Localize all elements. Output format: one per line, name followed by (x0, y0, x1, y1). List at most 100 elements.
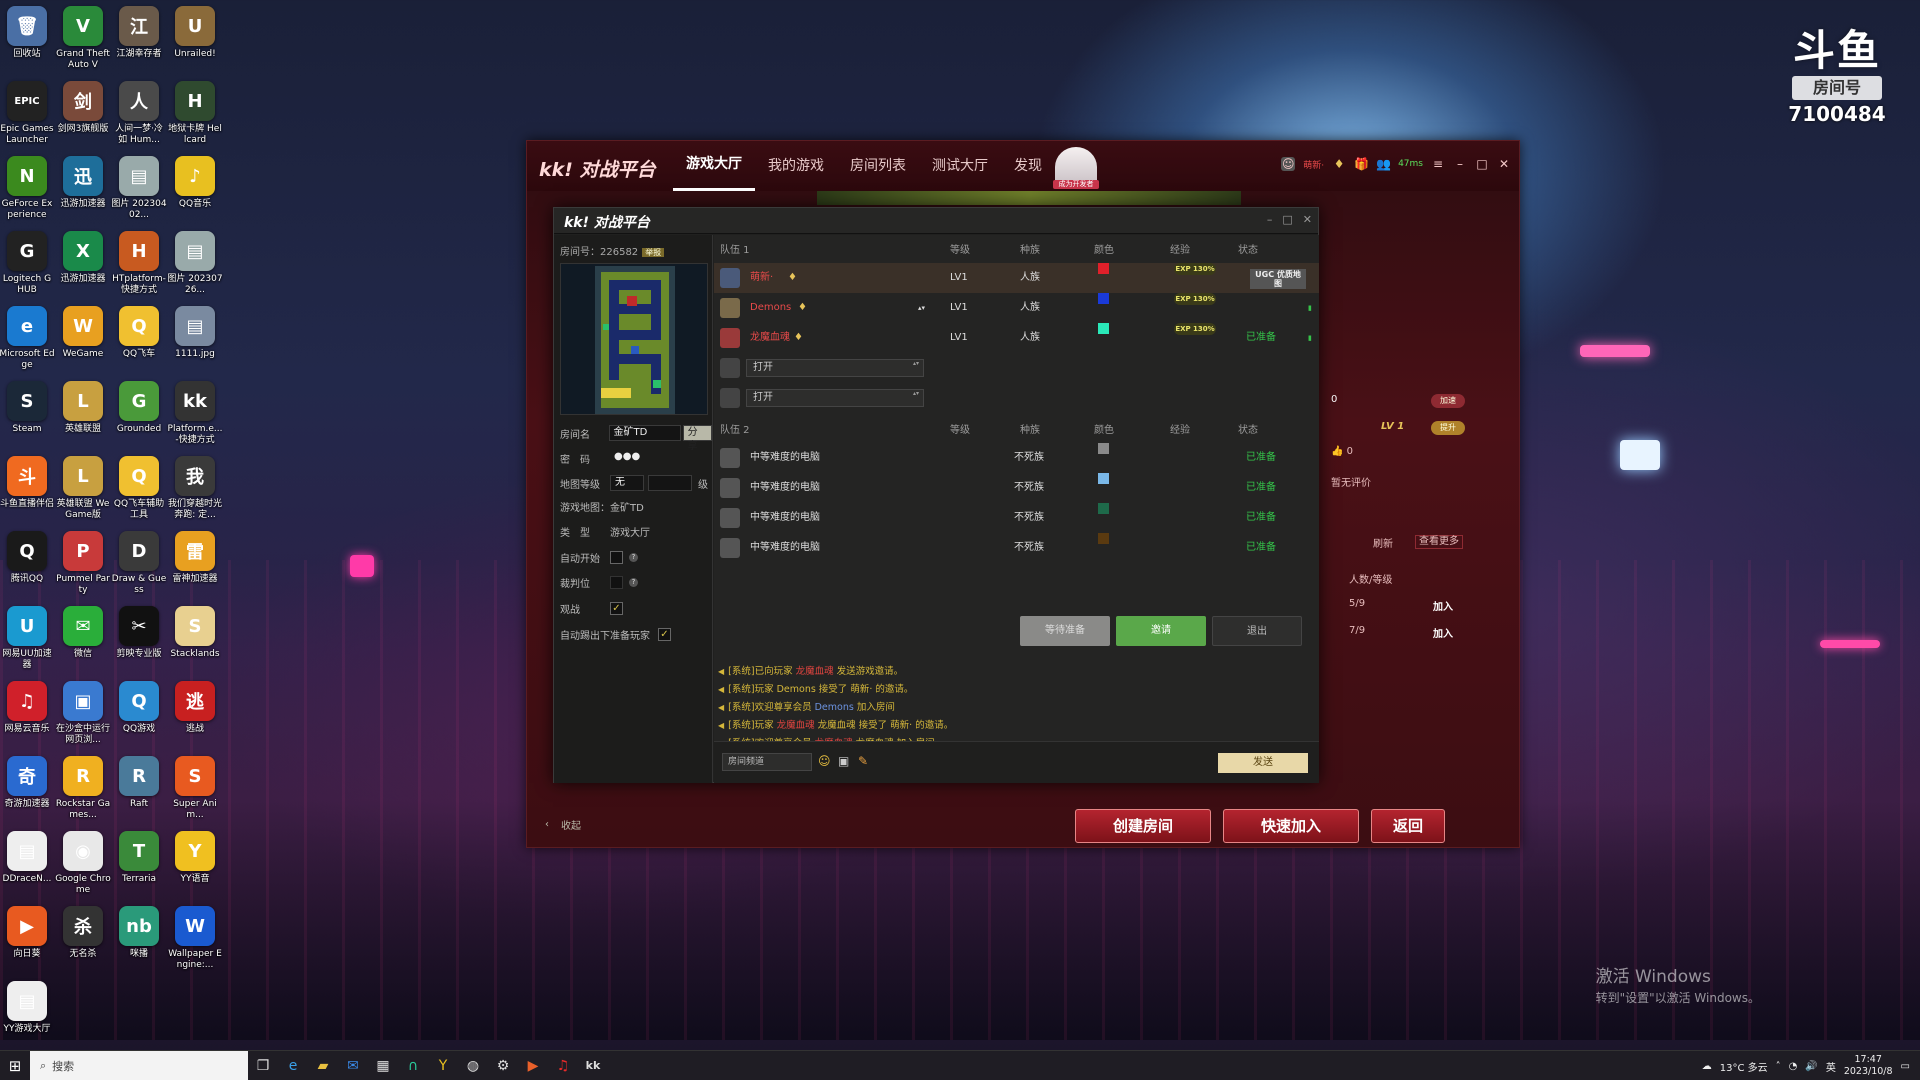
desktop-icon[interactable]: kk Platform.e...-快捷方式 (167, 381, 223, 446)
share-button[interactable]: 分享 (682, 425, 712, 452)
taskbar-search[interactable]: ⌕ 搜索 (30, 1050, 248, 1080)
spectate-checkbox[interactable]: ✓ (610, 602, 623, 615)
desktop-icon[interactable]: Q QQ飞车辅助工具 (111, 456, 167, 521)
report-button[interactable]: 举报 (642, 248, 665, 257)
mibo-icon[interactable]: ∩ (398, 1051, 428, 1080)
desktop-icon[interactable]: 江江湖幸存者 (111, 6, 167, 60)
desktop-icon[interactable]: W Wallpaper Engine:... (167, 906, 223, 971)
desktop-icon[interactable]: ♪ QQ音乐 (167, 156, 223, 210)
user-name[interactable]: 萌新· (1303, 158, 1324, 171)
desktop-icon[interactable]: D Draw & Guess (111, 531, 167, 596)
slot-select[interactable]: 打开 (746, 389, 924, 407)
desktop-icon[interactable]: nb 咪播 (111, 906, 167, 960)
developer-avatar[interactable]: 成为开发者 (1053, 147, 1099, 189)
boost-button[interactable]: 加速 (1431, 394, 1465, 408)
game-icon[interactable]: ◍ (458, 1051, 488, 1080)
desktop-icon[interactable]: S Stacklands (167, 606, 223, 660)
desktop-icon[interactable]: Q QQ飞车 (111, 306, 167, 360)
tab-my-games[interactable]: 我的游戏 (755, 141, 837, 191)
desktop-icon[interactable]: L 英雄联盟 WeGame版 (55, 456, 111, 521)
desktop-icon[interactable]: X 迅游加速器 (55, 231, 111, 285)
menu-icon[interactable]: ≡ (1431, 157, 1445, 171)
map-level-select[interactable]: 无 (610, 475, 644, 491)
edge-icon[interactable]: e (278, 1051, 308, 1080)
close-icon[interactable]: ✕ (1497, 157, 1511, 171)
referee-checkbox[interactable] (610, 576, 623, 589)
image-icon[interactable]: ▣ (838, 754, 849, 768)
desktop-icon[interactable]: ▤ YY游戏大厅 (0, 981, 55, 1035)
room-maximize-icon[interactable]: □ (1282, 213, 1292, 226)
view-more-link[interactable]: 查看更多 (1415, 535, 1463, 549)
desktop-icon[interactable]: W WeGame (55, 306, 111, 360)
desktop-icon[interactable]: Y YY语音 (167, 831, 223, 885)
desktop-icon[interactable]: 迅迅游加速器 (55, 156, 111, 210)
quick-join-button[interactable]: 快速加入 (1223, 809, 1359, 843)
send-button[interactable]: 发送 (1218, 753, 1308, 773)
tray-chevron-icon[interactable]: ˄ (1776, 1061, 1781, 1072)
computer-slot[interactable]: 中等难度的电脑 不死族 已准备 (714, 473, 1319, 503)
sunflower-icon[interactable]: ▶ (518, 1051, 548, 1080)
user-avatar-icon[interactable]: ☺ (1281, 157, 1296, 171)
room-close-icon[interactable]: ✕ (1303, 213, 1312, 226)
computer-slot[interactable]: 中等难度的电脑 不死族 已准备 (714, 533, 1319, 563)
clock[interactable]: 17:47 2023/10/8 (1844, 1054, 1893, 1078)
desktop-icon[interactable]: U Unrailed! (167, 6, 223, 60)
auto-kick-checkbox[interactable]: ✓ (658, 628, 671, 641)
desktop-icon[interactable]: 杀无名杀 (55, 906, 111, 960)
desktop-icon[interactable]: 🗑 回收站 (0, 6, 55, 60)
room-minimize-icon[interactable]: – (1267, 213, 1273, 226)
tab-game-lobby[interactable]: 游戏大厅 (673, 141, 755, 191)
steam-icon[interactable]: ⚙ (488, 1051, 518, 1080)
desktop-icon[interactable]: 奇奇游加速器 (0, 756, 55, 810)
volume-icon[interactable]: 🔊 (1805, 1061, 1817, 1072)
desktop-icon[interactable]: ▤ DDraceN... (0, 831, 55, 885)
task-view-icon[interactable]: ❐ (248, 1051, 278, 1080)
desktop-icon[interactable]: ▤ 图片 20230402... (111, 156, 167, 221)
desktop-icon[interactable]: ✂ 剪映专业版 (111, 606, 167, 660)
help-icon[interactable]: ? (629, 553, 638, 562)
desktop-icon[interactable]: U 网易UU加速器 (0, 606, 55, 671)
back-button[interactable]: 返回 (1371, 809, 1445, 843)
password-input[interactable]: ●●● (610, 450, 684, 466)
help-icon[interactable]: ? (629, 578, 638, 587)
upgrade-button[interactable]: 提升 (1431, 421, 1465, 435)
map-level-input[interactable] (648, 475, 692, 491)
refresh-link[interactable]: 刷新 (1373, 535, 1393, 550)
desktop-icon[interactable]: S Super Anim... (167, 756, 223, 821)
kk-platform-icon[interactable]: kk (578, 1051, 608, 1080)
desktop-icon[interactable]: EPIC Epic Games Launcher (0, 81, 55, 146)
vip-diamond-icon[interactable]: ♦ (1332, 157, 1346, 171)
desktop-icon[interactable]: N GeForce Experience (0, 156, 55, 221)
computer-slot[interactable]: 中等难度的电脑 不死族 已准备 (714, 443, 1319, 473)
desktop-icon[interactable]: ▶ 向日葵 (0, 906, 55, 960)
room-name-input[interactable]: 金矿TD (608, 425, 681, 441)
desktop-icon[interactable]: 雷雷神加速器 (167, 531, 223, 585)
desktop-icon[interactable]: Q QQ游戏 (111, 681, 167, 735)
computer-slot[interactable]: 中等难度的电脑 不死族 已准备 (714, 503, 1319, 533)
tab-discover[interactable]: 发现 (1001, 141, 1055, 191)
wait-ready-button[interactable]: 等待准备 (1020, 616, 1110, 646)
notification-icon[interactable]: ▭ (1901, 1061, 1910, 1072)
yy-icon[interactable]: Y (428, 1051, 458, 1080)
network-icon[interactable]: ◔ (1789, 1061, 1798, 1072)
player-slot[interactable]: Demons ♦ ▴▾ LV1 人族 EXP 130% ▮ (714, 293, 1319, 323)
desktop-icon[interactable]: R Raft (111, 756, 167, 810)
desktop-icon[interactable]: 逃逃战 (167, 681, 223, 735)
desktop-icon[interactable]: V Grand Theft Auto V (55, 6, 111, 71)
desktop-icon[interactable]: 人人间一梦·冷如 Hum... (111, 81, 167, 146)
emoji-icon[interactable]: ☺ (818, 754, 831, 768)
desktop-icon[interactable]: ▤ 图片 20230726... (167, 231, 223, 296)
desktop-icon[interactable]: H HTplatform-快捷方式 (111, 231, 167, 296)
desktop-icon[interactable]: T Terraria (111, 831, 167, 885)
desktop-icon[interactable]: ▣ 在沙盒中运行网页浏... (55, 681, 111, 746)
gift-icon[interactable]: 🎁 (1354, 157, 1369, 171)
desktop-icon[interactable]: ◉ Google Chrome (55, 831, 111, 896)
room-row-2-join[interactable]: 加入 (1433, 625, 1453, 640)
desktop-icon[interactable]: L 英雄联盟 (55, 381, 111, 435)
friends-icon[interactable]: 👥 (1376, 157, 1391, 171)
invite-button[interactable]: 邀请 (1116, 616, 1206, 646)
create-room-button[interactable]: 创建房间 (1075, 809, 1211, 843)
desktop-icon[interactable]: H 地狱卡牌 Hellcard (167, 81, 223, 146)
desktop-icon[interactable]: 剑剑网3旗舰版 (55, 81, 111, 135)
mail-icon[interactable]: ✉ (338, 1051, 368, 1080)
